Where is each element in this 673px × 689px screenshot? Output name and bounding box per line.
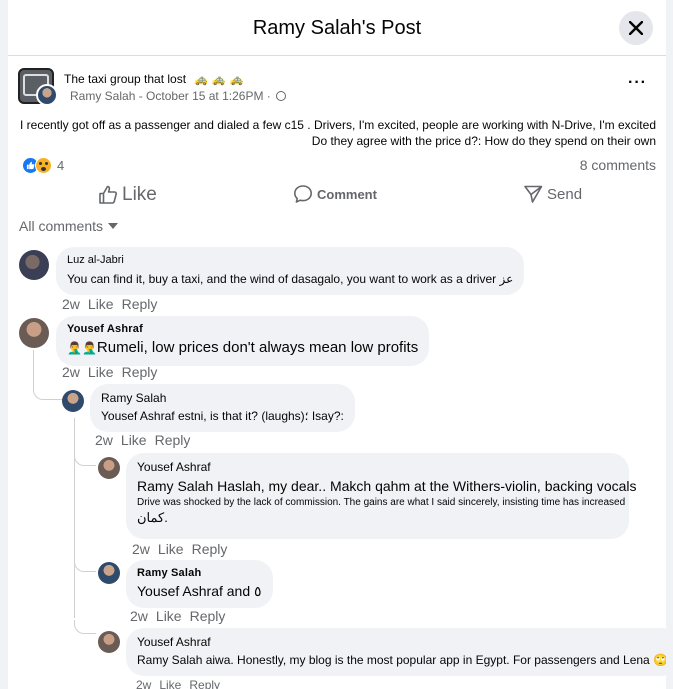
- comment-label: Comment: [317, 186, 377, 202]
- reaction-count: 4: [57, 158, 65, 173]
- comment-reply-button[interactable]: Reply: [189, 678, 220, 689]
- comment-time[interactable]: 2w: [95, 432, 113, 448]
- send-label: Send: [547, 185, 583, 203]
- comment-time[interactable]: 2w: [62, 296, 80, 312]
- thread-line: [33, 350, 34, 380]
- like-button[interactable]: Like: [98, 184, 157, 206]
- comment-bubble: Luz al-Jabri You can find it, buy a taxi…: [56, 247, 525, 295]
- modal-title: Ramy Salah's Post: [252, 17, 422, 39]
- comment-actions: 2w Like Reply: [95, 432, 198, 448]
- comment-like-button[interactable]: Like: [88, 296, 114, 312]
- comment-text: Drive was shocked by the lack of commiss…: [137, 497, 626, 508]
- comment-author[interactable]: Ramy Salah: [137, 567, 262, 579]
- comment-like-button[interactable]: Like: [88, 364, 114, 380]
- close-button[interactable]: [619, 11, 653, 45]
- send-button[interactable]: Send: [523, 184, 582, 204]
- comment-like-button[interactable]: Like: [121, 432, 147, 448]
- comment-text: You can find it, buy a taxi, and the win…: [67, 272, 514, 286]
- post-text-line: Do they agree with the price d?: How do …: [311, 134, 656, 148]
- comment-author[interactable]: Luz al-Jabri: [67, 254, 513, 266]
- comments-count[interactable]: 8 comments: [580, 157, 656, 173]
- thread-line: [74, 560, 96, 572]
- comment-bubble: Ramy Salah Yousef Ashraf and ٥: [126, 560, 273, 608]
- comment-icon: [294, 185, 312, 203]
- thread-line: [74, 452, 96, 466]
- group-emoji: 🚕🚕🚕: [194, 74, 248, 86]
- caret-down-icon: [108, 223, 119, 229]
- comments-filter-dropdown[interactable]: All comments: [19, 218, 119, 234]
- comment-actions: 2w Like Reply: [136, 678, 228, 689]
- comment-author[interactable]: Ramy Salah: [101, 391, 344, 405]
- comment-actions: 2w Like Reply: [132, 541, 235, 557]
- avatar[interactable]: [98, 457, 120, 479]
- comment-reply-button[interactable]: Reply: [190, 608, 226, 624]
- thread-line: [74, 418, 75, 618]
- comment-button[interactable]: Comment: [293, 184, 377, 204]
- comment-bubble: Yousef Ashraf 🤦‍♂️🤦‍♂️Rumeli, low prices…: [56, 316, 430, 366]
- thread-line: [74, 620, 96, 634]
- comments-filter-label: All comments: [19, 218, 104, 234]
- comment-author[interactable]: Yousef Ashraf: [137, 635, 666, 649]
- comment-actions: 2w Like Reply: [62, 296, 165, 312]
- avatar[interactable]: [19, 318, 49, 348]
- group-name: The taxi group that lost: [64, 72, 187, 86]
- action-bar: Like Comment Send: [8, 176, 666, 212]
- wow-reaction-icon: [35, 157, 52, 174]
- comment-text: Yousef Ashraf estni, is that it? (laughs…: [101, 409, 344, 423]
- comment-text-content: Rumeli, low prices don't always mean low…: [96, 339, 419, 356]
- modal-header: Ramy Salah's Post: [8, 0, 666, 56]
- comment-text: Yousef Ashraf and ٥: [137, 583, 262, 599]
- comment-like-button[interactable]: Like: [156, 608, 182, 624]
- comment-text: Ramy Salah Haslah, my dear.. Makch qahm …: [137, 478, 637, 494]
- reactions-summary[interactable]: 4: [22, 157, 64, 174]
- more-options-icon[interactable]: ···: [628, 74, 647, 92]
- comment-actions: 2w Like Reply: [62, 364, 165, 380]
- post-author[interactable]: Ramy Salah: [70, 89, 135, 103]
- send-icon: [524, 185, 543, 203]
- thumbs-up-icon: [99, 185, 118, 204]
- avatar[interactable]: [62, 390, 84, 412]
- group-name-link[interactable]: The taxi group that lost 🚕🚕🚕: [64, 72, 247, 86]
- post-date[interactable]: October 15 at 1:26PM: [146, 89, 263, 103]
- comment-author[interactable]: Yousef Ashraf: [67, 323, 418, 335]
- comment-time[interactable]: 2w: [136, 678, 151, 689]
- comment-author[interactable]: Yousef Ashraf: [137, 460, 618, 474]
- close-icon: [629, 21, 643, 35]
- comment-text: Ramy Salah aiwa. Honestly, my blog is th…: [137, 653, 666, 667]
- comment-bubble: Ramy Salah Yousef Ashraf estni, is that …: [90, 384, 355, 432]
- post-meta: Ramy Salah - October 15 at 1:26PM ·: [70, 89, 287, 103]
- avatar[interactable]: [36, 84, 58, 106]
- facepalm-emoji: 🤦‍♂️🤦‍♂️: [67, 341, 97, 355]
- post-text-line: I recently got off as a passenger and di…: [20, 118, 656, 132]
- thread-line: [33, 378, 63, 400]
- comment-text: 🤦‍♂️🤦‍♂️Rumeli, low prices don't always …: [67, 339, 418, 356]
- comment-reply-button[interactable]: Reply: [192, 541, 228, 557]
- avatar[interactable]: [98, 562, 120, 584]
- comment-bubble: Yousef Ashraf Ramy Salah aiwa. Honestly,…: [126, 628, 666, 676]
- comment-like-button[interactable]: Like: [159, 678, 181, 689]
- comment-like-button[interactable]: Like: [158, 541, 184, 557]
- comment-reply-button[interactable]: Reply: [155, 432, 191, 448]
- comment-reply-button[interactable]: Reply: [122, 364, 158, 380]
- comment-reply-button[interactable]: Reply: [122, 296, 158, 312]
- globe-icon: [276, 91, 287, 101]
- like-label: Like: [122, 184, 157, 205]
- comment-time[interactable]: 2w: [132, 541, 150, 557]
- post-text: I recently got off as a passenger and di…: [16, 117, 656, 149]
- avatar[interactable]: [98, 631, 120, 653]
- comment-text: كمان.: [137, 510, 168, 525]
- avatar[interactable]: [19, 250, 49, 280]
- comment-time[interactable]: 2w: [130, 608, 148, 624]
- comment-actions: 2w Like Reply: [130, 608, 233, 624]
- comment-bubble: Yousef Ashraf Ramy Salah Haslah, my dear…: [126, 453, 637, 539]
- comment-time[interactable]: 2w: [62, 364, 80, 380]
- post-modal: Ramy Salah's Post The taxi group that lo…: [8, 0, 666, 689]
